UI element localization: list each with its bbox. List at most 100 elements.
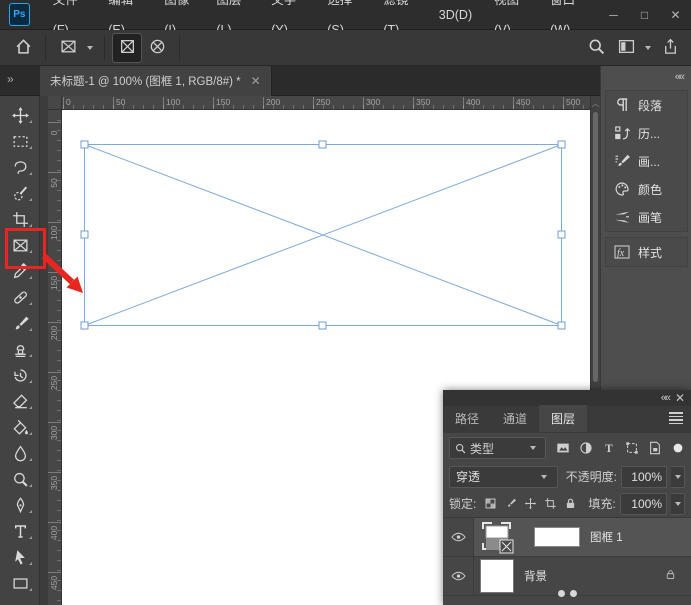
handle-mid-left[interactable]: [81, 231, 88, 238]
dock-panel-画笔[interactable]: 画笔: [606, 203, 687, 231]
ruler-label: 400: [466, 97, 480, 107]
handle-top-left[interactable]: [81, 141, 88, 148]
layer-name[interactable]: 图框 1: [590, 529, 623, 545]
dodge-tool-button[interactable]: [0, 466, 40, 492]
toolbar-expand-icon[interactable]: »: [7, 72, 12, 86]
layer-row-frame[interactable]: 图框 1: [443, 518, 691, 557]
tab-channels[interactable]: 通道: [491, 405, 539, 432]
scroll-up-arrow-icon[interactable]: ︿: [591, 98, 600, 109]
link-layers-icon[interactable]: [558, 590, 577, 597]
ruler-origin-box[interactable]: [48, 96, 62, 110]
dock-panel-颜色[interactable]: 颜色: [606, 175, 687, 203]
filter-toggle-icon[interactable]: [671, 441, 685, 455]
handle-bottom-right[interactable]: [558, 322, 565, 329]
scrollbar-thumb[interactable]: [593, 112, 598, 382]
background-layer-thumbnail[interactable]: [480, 559, 514, 593]
opacity-dropdown-button[interactable]: [671, 466, 685, 488]
document-tab[interactable]: 未标题-1 @ 100% (图框 1, RGB/8#) * ✕: [40, 66, 272, 96]
workspace-switcher-button[interactable]: [612, 34, 640, 62]
image-filter-icon[interactable]: [556, 441, 570, 455]
shape-filter-icon[interactable]: [625, 441, 639, 455]
move-tool-button[interactable]: [0, 102, 40, 128]
frame-object[interactable]: [80, 140, 566, 330]
share-button[interactable]: [656, 34, 684, 62]
panel-menu-icon[interactable]: [669, 412, 683, 424]
healing-tool-button[interactable]: [0, 284, 40, 310]
home-button[interactable]: [9, 34, 37, 62]
tab-close-icon[interactable]: ✕: [251, 74, 261, 88]
search-button[interactable]: [582, 34, 610, 62]
quick-select-tool-button[interactable]: [0, 180, 40, 206]
ruler-label: 400: [49, 518, 59, 548]
frame-layer-thumbnail[interactable]: [480, 520, 522, 554]
lock-transparent-icon[interactable]: [482, 496, 498, 512]
visibility-toggle[interactable]: [443, 518, 474, 556]
layer-name[interactable]: 背景: [524, 568, 547, 584]
pen-tool-button[interactable]: [0, 492, 40, 518]
hand-tool-button[interactable]: [0, 596, 40, 605]
path-select-tool-button[interactable]: [0, 544, 40, 570]
tool-preset-button[interactable]: [54, 34, 82, 62]
opacity-input[interactable]: 100%: [621, 466, 667, 488]
ruler-label: 50: [49, 168, 59, 198]
type-tool-button[interactable]: [0, 518, 40, 544]
chevron-down-icon[interactable]: [645, 46, 651, 50]
blur-tool-button[interactable]: [0, 440, 40, 466]
frame-content-thumbnail[interactable]: [534, 527, 580, 547]
type-filter-icon[interactable]: T: [602, 441, 616, 455]
chevron-down-icon[interactable]: [87, 46, 93, 50]
smart-filter-icon[interactable]: [648, 441, 662, 455]
fill-input[interactable]: 100%: [620, 493, 667, 515]
chevron-down-icon: [541, 475, 547, 479]
layers-panel-tabs: 路径 通道 图层: [443, 406, 691, 433]
layer-filter-type-select[interactable]: 类型: [449, 437, 546, 459]
photoshop-logo-icon: Ps: [9, 3, 30, 26]
marquee-tool-button[interactable]: [0, 128, 40, 154]
panel-collapse-icon[interactable]: ««: [661, 392, 669, 404]
eraser-tool-button[interactable]: [0, 388, 40, 414]
menu-item-7[interactable]: 3D(D): [428, 0, 483, 30]
rect-frame-mode-button[interactable]: [113, 34, 141, 62]
handle-bottom-center[interactable]: [319, 322, 326, 329]
blend-mode-select[interactable]: 穿透: [449, 466, 558, 488]
adjust-filter-icon[interactable]: [579, 441, 593, 455]
photoshop-window: Ps 文件(F)编辑(E)图像(I)图层(L)文字(Y)选择(S)滤镜(T)3D…: [0, 0, 691, 605]
lock-all-icon[interactable]: [562, 496, 578, 512]
handle-mid-right[interactable]: [558, 231, 565, 238]
eye-icon: [451, 571, 466, 581]
lock-position-icon[interactable]: [522, 496, 538, 512]
handle-top-right[interactable]: [558, 141, 565, 148]
brush-tool-button[interactable]: [0, 310, 40, 336]
dock-panel-画...[interactable]: 画...: [606, 147, 687, 175]
divider: [104, 36, 105, 60]
handle-bottom-left[interactable]: [81, 322, 88, 329]
gradient-tool-button[interactable]: [0, 414, 40, 440]
stamp-tool-button[interactable]: [0, 336, 40, 362]
dock-panel-段落[interactable]: 段落: [606, 91, 687, 119]
panel-close-icon[interactable]: ✕: [675, 391, 685, 405]
circle-frame-mode-button[interactable]: [143, 34, 171, 62]
dock-collapse-icon[interactable]: ««: [675, 71, 683, 83]
rect-frame-icon: [119, 38, 136, 58]
layers-panel-header[interactable]: «« ✕: [443, 390, 691, 406]
close-button[interactable]: ✕: [660, 0, 691, 29]
layer-row-background[interactable]: 背景: [443, 557, 691, 596]
handle-top-center[interactable]: [319, 141, 326, 148]
layers-panel: «« ✕ 路径 通道 图层 类型 T 穿透 不透明度: 100%: [443, 390, 691, 605]
fill-dropdown-button[interactable]: [671, 493, 685, 515]
history-brush-tool-button[interactable]: [0, 362, 40, 388]
dock-panel-历...[interactable]: 历...: [606, 119, 687, 147]
layer-filter-row: 类型 T: [443, 433, 691, 463]
visibility-toggle[interactable]: [443, 557, 474, 595]
rectangle-tool-button[interactable]: [0, 570, 40, 596]
dock-panel-样式[interactable]: fx样式: [606, 238, 687, 266]
tab-bar: » 未标题-1 @ 100% (图框 1, RGB/8#) * ✕: [0, 66, 600, 96]
minimize-button[interactable]: ─: [598, 0, 629, 29]
lock-pixels-icon[interactable]: [502, 496, 518, 512]
lock-label: 锁定:: [449, 495, 476, 512]
lasso-tool-button[interactable]: [0, 154, 40, 180]
tab-layers[interactable]: 图层: [539, 405, 587, 432]
maximize-button[interactable]: □: [629, 0, 660, 29]
lock-artboard-icon[interactable]: [542, 496, 558, 512]
tab-paths[interactable]: 路径: [443, 405, 491, 432]
